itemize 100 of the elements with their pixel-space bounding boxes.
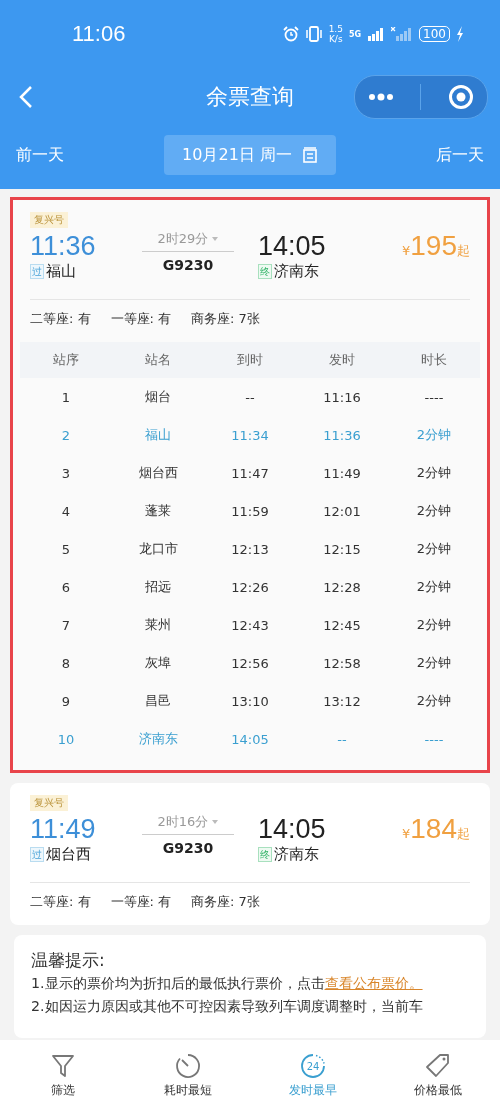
seat-availability: 商务座: 7张: [191, 310, 260, 328]
next-day-link[interactable]: 后一天: [436, 144, 484, 166]
network-type: 5G: [348, 29, 362, 39]
page-title: 余票查询: [205, 82, 295, 111]
seat-availability: 一等座: 有: [110, 893, 172, 911]
tip-text: 2.如因运力原因或其他不可控因素导致列车调度调整时，当前车: [31, 997, 424, 1016]
table-cell-text: 13:12: [322, 693, 362, 709]
table-cell-text: 11:59: [230, 503, 270, 519]
table-cell-text: 龙口市: [137, 540, 179, 558]
table-cell-text: 12:56: [230, 655, 270, 671]
bottom-tab[interactable]: 筛选: [0, 1040, 125, 1111]
table-cell-text: 3: [60, 465, 72, 481]
column-header: 时长: [420, 351, 448, 369]
table-cell-text: ----: [423, 389, 445, 405]
timer-icon: [173, 1052, 202, 1080]
table-cell-text: 济南东: [137, 730, 179, 748]
table-cell-text: 11:49: [322, 465, 362, 481]
table-cell-text: 11:34: [230, 427, 270, 443]
arrival-time: 14:05: [258, 813, 326, 845]
table-cell-text: 12:01: [322, 503, 362, 519]
vibrate-icon: [304, 26, 323, 42]
column-header: 到时: [236, 351, 264, 369]
table-cell-text: 昌邑: [144, 692, 172, 710]
terminal-badge: 终: [258, 847, 272, 862]
bottom-tab[interactable]: 24 发时最早: [250, 1040, 375, 1111]
arrival-station: 济南东: [274, 262, 319, 281]
table-cell-text: 11:36: [322, 427, 362, 443]
table-cell-text: 2分钟: [415, 616, 453, 634]
table-cell-text: 12:45: [322, 617, 362, 633]
table-cell-text: 12:15: [322, 541, 362, 557]
highlighted-train-card[interactable]: [10, 197, 490, 773]
table-cell-text: 5: [60, 541, 72, 557]
table-cell-text: 2分钟: [415, 692, 453, 710]
pass-through-badge: 过: [30, 847, 44, 862]
close-icon[interactable]: [447, 83, 474, 110]
departure-station: 烟台西: [46, 845, 91, 864]
table-cell-text: 12:43: [230, 617, 270, 633]
table-cell-text: --: [244, 389, 256, 405]
charging-icon: [456, 26, 464, 42]
arrival-station: 济南东: [274, 845, 319, 864]
ticket-price: ¥195起: [402, 230, 470, 262]
seat-availability: 一等座: 有: [110, 310, 172, 328]
table-cell-text: 2分钟: [415, 426, 453, 444]
table-cell-text: 招远: [144, 578, 172, 596]
departure-time: 11:49: [30, 813, 97, 845]
table-cell-text: 10: [56, 731, 76, 747]
battery-level: 100: [419, 26, 450, 42]
caret-icon: [212, 820, 219, 824]
departure-time: 11:36: [30, 230, 97, 262]
table-cell-text: 7: [60, 617, 72, 633]
table-cell-text: 2分钟: [415, 502, 453, 520]
alarm-icon: [282, 26, 299, 42]
ticket-price: ¥184起: [402, 813, 470, 845]
table-cell-text: 蓬莱: [144, 502, 172, 520]
table-cell-text: 烟台西: [137, 464, 179, 482]
table-cell-text: ----: [423, 731, 445, 747]
table-cell-text: 2: [60, 427, 72, 443]
table-cell-text: 2分钟: [415, 578, 453, 596]
table-cell-text: --: [336, 731, 348, 747]
table-cell-text: 12:26: [230, 579, 270, 595]
clock-time: 11:06: [72, 21, 126, 47]
table-cell-text: 莱州: [144, 616, 172, 634]
train-brand-tag: 复兴号: [30, 795, 68, 811]
calendar-icon: [301, 147, 318, 163]
table-cell-text: 14:05: [230, 731, 270, 747]
previous-day-link[interactable]: 前一天: [16, 144, 64, 166]
tips-title: 温馨提示:: [31, 949, 106, 972]
duration[interactable]: 2时29分: [142, 230, 234, 252]
signal-icon: [391, 27, 414, 41]
more-icon[interactable]: [368, 92, 395, 101]
bottom-tab[interactable]: 耗时最短: [125, 1040, 250, 1111]
table-cell-text: 烟台: [144, 388, 172, 406]
back-icon[interactable]: [18, 84, 34, 109]
caret-icon: [212, 237, 219, 241]
signal-icon: [367, 27, 386, 41]
bottom-tab[interactable]: 价格最低: [375, 1040, 500, 1111]
table-cell-text: 9: [60, 693, 72, 709]
date-picker[interactable]: 10月21日 周一: [164, 135, 336, 175]
seat-availability: 二等座: 有: [30, 893, 91, 911]
train-card[interactable]: 复兴号 11:49 过 烟台西 2时16分 G9230 14:05 终 济南东 ¥184起 二等座: 有 一等座: 有 商务座: 7张: [10, 783, 490, 925]
tip-text: 1.显示的票价均为折扣后的最低执行票价，点击: [31, 975, 325, 991]
table-cell-text: 6: [60, 579, 72, 595]
table-cell-text: 12:13: [230, 541, 270, 557]
column-header: 站序: [52, 351, 80, 369]
price-link[interactable]: 查看公布票价。: [324, 975, 423, 991]
pass-through-badge: 过: [30, 264, 44, 279]
table-cell-text: 12:58: [322, 655, 362, 671]
table-cell-text: 2分钟: [415, 540, 453, 558]
table-cell-text: 13:10: [230, 693, 270, 709]
terminal-badge: 终: [258, 264, 272, 279]
train-number: G9230: [162, 257, 214, 273]
duration[interactable]: 2时16分: [142, 813, 234, 835]
table-cell-text: 2分钟: [415, 654, 453, 672]
network-speed: 1.5 K/s: [328, 24, 343, 44]
table-cell-text: 灰埠: [144, 654, 172, 672]
table-cell-text: 8: [60, 655, 72, 671]
seat-availability: 商务座: 7张: [191, 893, 260, 911]
table-cell-text: 12:28: [322, 579, 362, 595]
column-header: 站名: [144, 351, 172, 369]
table-cell-text: 11:47: [230, 465, 270, 481]
